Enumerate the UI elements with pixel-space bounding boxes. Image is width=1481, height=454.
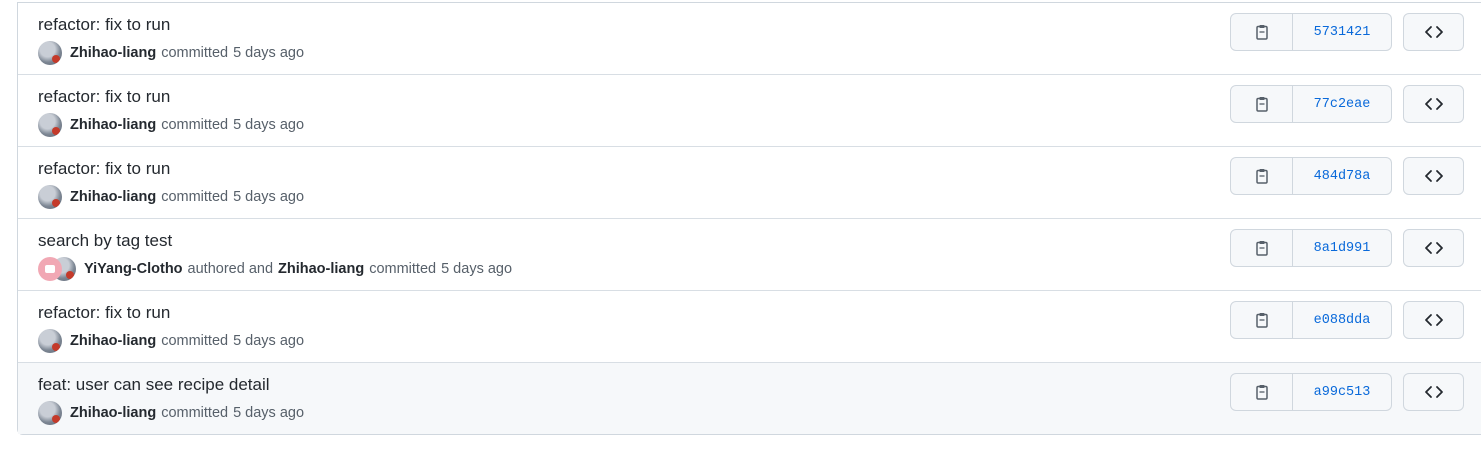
commit-action-text: committed <box>161 117 229 133</box>
copy-sha-button[interactable] <box>1230 301 1293 339</box>
commit-title-link[interactable]: refactor: fix to run <box>38 87 170 107</box>
commit-row: refactor: fix to run Zhihao-liang commit… <box>18 290 1481 362</box>
commit-title-link[interactable]: refactor: fix to run <box>38 159 170 179</box>
commit-time: 5 days ago <box>233 45 305 61</box>
commit-action-text: committed <box>161 45 229 61</box>
commit-title-link[interactable]: refactor: fix to run <box>38 15 170 35</box>
commit-action-text: committed <box>369 261 437 277</box>
avatar[interactable] <box>38 329 62 353</box>
author-link[interactable]: Zhihao-liang <box>70 117 156 133</box>
commit-row: search by tag test YiYang-Clotho authore… <box>18 218 1481 290</box>
commit-row: refactor: fix to run Zhihao-liang commit… <box>18 3 1481 74</box>
commit-row: feat: user can see recipe detail Zhihao-… <box>18 362 1481 434</box>
author-link[interactable]: Zhihao-liang <box>70 189 156 205</box>
avatar[interactable] <box>38 41 62 65</box>
browse-repo-button[interactable] <box>1403 301 1464 339</box>
code-icon <box>1424 386 1443 398</box>
clipboard-icon <box>1255 25 1268 40</box>
browse-repo-button[interactable] <box>1403 373 1464 411</box>
sha-button-group: e088dda <box>1230 301 1392 339</box>
copy-sha-button[interactable] <box>1230 85 1293 123</box>
commit-row: refactor: fix to run Zhihao-liang commit… <box>18 74 1481 146</box>
commit-time: 5 days ago <box>233 117 305 133</box>
commit-time: 5 days ago <box>233 189 305 205</box>
clipboard-icon <box>1255 169 1268 184</box>
commit-sha-link[interactable]: 77c2eae <box>1293 85 1392 123</box>
avatar[interactable] <box>38 113 62 137</box>
commit-sha-link[interactable]: 8a1d991 <box>1293 229 1392 267</box>
avatar[interactable] <box>38 257 62 281</box>
commit-list: refactor: fix to run Zhihao-liang commit… <box>17 2 1481 435</box>
browse-repo-button[interactable] <box>1403 13 1464 51</box>
sha-button-group: 8a1d991 <box>1230 229 1392 267</box>
avatar[interactable] <box>38 185 62 209</box>
commit-title-link[interactable]: feat: user can see recipe detail <box>38 375 270 395</box>
sha-button-group: 77c2eae <box>1230 85 1392 123</box>
copy-sha-button[interactable] <box>1230 373 1293 411</box>
commit-time: 5 days ago <box>441 261 513 277</box>
commit-meta: YiYang-Clotho authored and Zhihao-liang … <box>38 257 512 281</box>
commit-sha-link[interactable]: 484d78a <box>1293 157 1392 195</box>
copy-sha-button[interactable] <box>1230 157 1293 195</box>
clipboard-icon <box>1255 97 1268 112</box>
commit-time: 5 days ago <box>233 333 305 349</box>
commit-meta: Zhihao-liang committed 5 days ago <box>38 401 304 425</box>
commit-row: refactor: fix to run Zhihao-liang commit… <box>18 146 1481 218</box>
commit-meta: Zhihao-liang committed 5 days ago <box>38 113 304 137</box>
commit-title-link[interactable]: search by tag test <box>38 231 172 251</box>
commit-action-text: committed <box>161 189 229 205</box>
clipboard-icon <box>1255 241 1268 256</box>
commit-action-text: committed <box>161 405 229 421</box>
commit-action-text: committed <box>161 333 229 349</box>
avatar[interactable] <box>38 401 62 425</box>
avatar-stack <box>38 257 76 281</box>
author-link[interactable]: Zhihao-liang <box>70 405 156 421</box>
code-icon <box>1424 98 1443 110</box>
browse-repo-button[interactable] <box>1403 85 1464 123</box>
commit-title-link[interactable]: refactor: fix to run <box>38 303 170 323</box>
sha-button-group: 484d78a <box>1230 157 1392 195</box>
author-link[interactable]: Zhihao-liang <box>70 333 156 349</box>
copy-sha-button[interactable] <box>1230 229 1293 267</box>
commit-sha-link[interactable]: 5731421 <box>1293 13 1392 51</box>
commit-time: 5 days ago <box>233 405 305 421</box>
code-icon <box>1424 170 1443 182</box>
commit-meta: Zhihao-liang committed 5 days ago <box>38 185 304 209</box>
code-icon <box>1424 314 1443 326</box>
clipboard-icon <box>1255 385 1268 400</box>
copy-sha-button[interactable] <box>1230 13 1293 51</box>
browse-repo-button[interactable] <box>1403 229 1464 267</box>
co-author-link[interactable]: YiYang-Clotho <box>84 261 183 277</box>
browse-repo-button[interactable] <box>1403 157 1464 195</box>
author-link[interactable]: Zhihao-liang <box>70 45 156 61</box>
code-icon <box>1424 242 1443 254</box>
author-link[interactable]: Zhihao-liang <box>278 261 364 277</box>
commit-meta: Zhihao-liang committed 5 days ago <box>38 41 304 65</box>
code-icon <box>1424 26 1443 38</box>
sha-button-group: a99c513 <box>1230 373 1392 411</box>
commit-sha-link[interactable]: e088dda <box>1293 301 1392 339</box>
sha-button-group: 5731421 <box>1230 13 1392 51</box>
clipboard-icon <box>1255 313 1268 328</box>
commit-sha-link[interactable]: a99c513 <box>1293 373 1392 411</box>
co-author-action-text: authored and <box>187 261 274 277</box>
commit-meta: Zhihao-liang committed 5 days ago <box>38 329 304 353</box>
